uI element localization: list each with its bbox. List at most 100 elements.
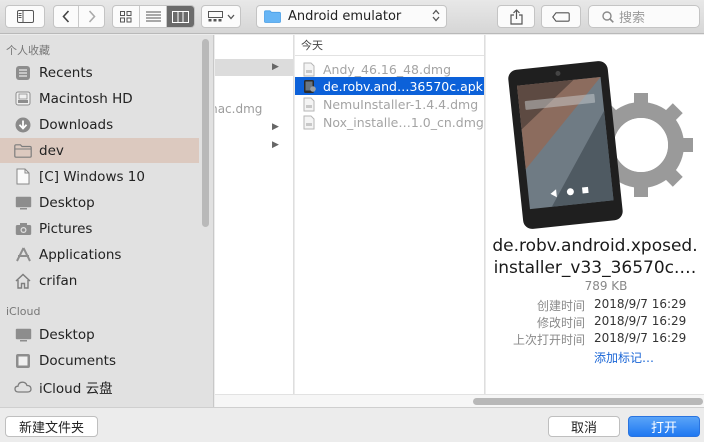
sidebar-item-label: dev: [39, 142, 64, 159]
add-tags-link[interactable]: 添加标记…: [594, 349, 654, 366]
list-item[interactable]: [215, 59, 293, 76]
updown-chevron-icon: [432, 9, 440, 24]
sidebar-item-label: Desktop: [39, 326, 95, 343]
sidebar-toggle-icon: [16, 10, 34, 23]
back-forward-control: [53, 5, 105, 28]
toolbar: Android emulator 搜索: [0, 0, 704, 34]
camera-icon: [14, 221, 32, 237]
sidebar-item-windows-10[interactable]: [C] Windows 10: [0, 164, 199, 189]
sidebar-item-label: Pictures: [39, 220, 93, 237]
list-item[interactable]: mac.dmg: [215, 102, 262, 116]
sidebar-item-crifan[interactable]: crifan: [0, 268, 199, 293]
gallery-view-icon: [207, 11, 223, 22]
view-mode-control: [112, 5, 195, 28]
new-folder-button[interactable]: 新建文件夹: [5, 416, 98, 437]
sidebar-scrollbar[interactable]: [202, 39, 209, 227]
preview-file-size: 789 KB: [584, 279, 628, 293]
open-button[interactable]: 打开: [628, 416, 700, 437]
horizontal-scrollbar-thumb[interactable]: [473, 398, 703, 405]
file-name: Andy_46.16_48.dmg: [323, 61, 452, 77]
meta-value: 2018/9/7 16:29: [594, 331, 687, 345]
sidebar-item-recents[interactable]: Recents: [0, 60, 199, 85]
column-view-button[interactable]: [167, 6, 194, 27]
meta-row-modified: 修改时间 2018/9/7 16:29: [486, 314, 704, 330]
meta-key: 修改时间: [536, 316, 585, 330]
location-label: Android emulator: [288, 9, 402, 24]
icloud-header: iCloud: [6, 305, 41, 318]
sidebar-item-label: Desktop: [39, 194, 95, 211]
sidebar-item-pictures[interactable]: Pictures: [0, 216, 199, 241]
parent-column: ▶ mac.dmg ▶ ▶ ||: [215, 35, 294, 394]
sidebar-item-label: iCloud 云盘: [39, 380, 113, 397]
preview-file-name-line1: de.robv.android.xposed.: [492, 236, 698, 256]
search-icon: [602, 11, 614, 23]
location-popup[interactable]: Android emulator: [256, 5, 447, 28]
chevron-right-icon: [88, 10, 96, 23]
bottom-bar: 新建文件夹 取消 打开: [0, 407, 704, 442]
tag-icon: [552, 11, 570, 22]
search-placeholder: 搜索: [619, 11, 646, 26]
meta-key: 创建时间: [536, 299, 585, 313]
meta-row-created: 创建时间 2018/9/7 16:29: [486, 297, 704, 313]
horizontal-scrollbar[interactable]: [215, 394, 704, 407]
tag-button[interactable]: [541, 5, 581, 28]
clock-icon: [14, 65, 32, 81]
preview-pane: de.robv.android.xposed. installer_v33_36…: [486, 35, 704, 394]
share-button[interactable]: [497, 5, 535, 28]
search-field[interactable]: 搜索: [588, 5, 700, 28]
hard-drive-icon: [14, 91, 32, 107]
sidebar-item-applications[interactable]: Applications: [0, 242, 199, 267]
meta-key: 上次打开时间: [512, 333, 585, 347]
dmg-file-icon: [303, 97, 315, 111]
icon-view-icon: [120, 10, 132, 22]
file-name: Nox_installe…1.0_cn.dmg: [323, 114, 484, 130]
disclosure-arrow-icon: ▶: [272, 122, 279, 132]
sidebar-item-label: Applications: [39, 246, 122, 263]
list-view-icon: [145, 11, 161, 22]
icon-view-button[interactable]: [113, 6, 140, 27]
back-button[interactable]: [54, 6, 79, 27]
applications-icon: [14, 247, 32, 263]
sidebar-item-icloud-desktop[interactable]: Desktop: [0, 322, 199, 347]
file-row[interactable]: Andy_46.16_48.dmg: [295, 60, 484, 78]
sidebar-item-label: [C] Windows 10: [39, 168, 145, 185]
folder-icon: [14, 143, 32, 159]
desktop-icon: [14, 327, 32, 343]
file-row[interactable]: Nox_installe…1.0_cn.dmg: [295, 113, 484, 131]
disclosure-arrow-icon: ▶: [272, 140, 279, 150]
sidebar-toggle-button[interactable]: [5, 5, 45, 28]
file-name: NemuInstaller-1.4.4.dmg: [323, 96, 479, 112]
sidebar-item-downloads[interactable]: Downloads: [0, 112, 199, 137]
dmg-file-icon: [303, 115, 315, 129]
folder-column: 今天 Andy_46.16_48.dmg de.robv.and…36570c.…: [295, 35, 485, 394]
home-icon: [14, 272, 32, 289]
sidebar-item-desktop[interactable]: Desktop: [0, 190, 199, 215]
forward-button[interactable]: [79, 6, 104, 27]
apk-file-icon: [304, 79, 316, 93]
sidebar-item-icloud-documents[interactable]: Documents: [0, 348, 199, 373]
column-view-icon: [172, 10, 189, 23]
chevron-down-icon: [227, 14, 234, 19]
meta-row-last-opened: 上次打开时间 2018/9/7 16:29: [486, 331, 704, 347]
cloud-icon: [14, 379, 32, 395]
file-row[interactable]: NemuInstaller-1.4.4.dmg: [295, 95, 484, 113]
download-icon: [14, 117, 32, 133]
sidebar-item-label: Recents: [39, 64, 93, 81]
file-row-selected[interactable]: de.robv.and…36570c.apk: [295, 77, 484, 95]
sidebar-item-label: Macintosh HD: [39, 90, 133, 107]
file-name: de.robv.and…36570c.apk: [323, 78, 483, 94]
sidebar-item-label: Downloads: [39, 116, 114, 133]
document-icon: [14, 168, 32, 185]
preview-file-name-line2: installer_v33_36570c.…: [493, 258, 697, 278]
chevron-left-icon: [62, 10, 70, 23]
sidebar-item-label: crifan: [39, 272, 78, 289]
sidebar-item-macintosh-hd[interactable]: Macintosh HD: [0, 86, 199, 111]
favorites-header: 个人收藏: [6, 44, 50, 57]
sidebar-item-dev[interactable]: dev: [0, 138, 199, 163]
gallery-view-menu[interactable]: [201, 5, 241, 28]
list-view-button[interactable]: [140, 6, 167, 27]
meta-value: 2018/9/7 16:29: [594, 314, 687, 328]
sidebar-item-icloud-drive[interactable]: iCloud 云盘: [0, 374, 199, 399]
folder-icon: [264, 10, 281, 23]
cancel-button[interactable]: 取消: [548, 416, 620, 437]
